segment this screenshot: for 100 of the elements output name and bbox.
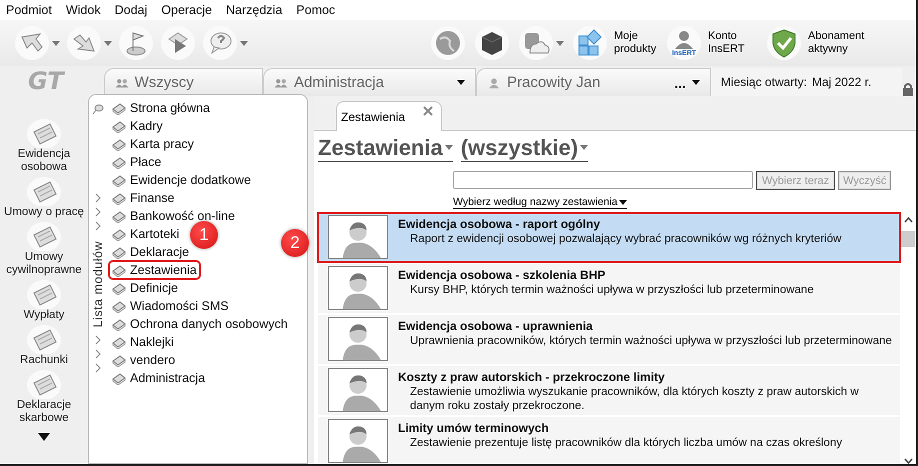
chevron-icon[interactable] — [95, 349, 101, 360]
module-item[interactable]: Zestawienia — [109, 261, 200, 279]
caret-icon — [444, 145, 453, 150]
nav-item[interactable]: Deklaracje skarbowe — [0, 369, 88, 425]
menu-item[interactable]: Pomoc — [296, 3, 336, 17]
sheet-icon — [112, 191, 126, 205]
close-icon[interactable] — [423, 106, 434, 116]
person-icon — [328, 215, 388, 259]
report-row[interactable]: Koszty z praw autorskich - przekroczone limity Zestawienie umożliwia wyszukanie pracowników, dla których koszty z praw autorskich w danym roku zostały przekroczone. — [318, 366, 900, 415]
module-item[interactable]: Ochrona danych osobowych — [109, 315, 291, 333]
caret-icon — [692, 80, 700, 85]
caret-icon[interactable] — [38, 433, 50, 441]
menu-item[interactable]: Widok — [66, 3, 101, 17]
chevron-icon[interactable] — [95, 363, 101, 374]
toolbar-button[interactable] — [160, 25, 196, 61]
module-item[interactable]: Finanse — [109, 189, 178, 207]
month-label: Miesiąc otwarty: — [720, 75, 807, 89]
report-title: Ewidencja osobowa - uprawnienia — [398, 318, 594, 334]
nav-item[interactable]: Ewidencja osobowa — [0, 118, 88, 174]
sheet-icon — [26, 324, 62, 354]
person-icon — [328, 419, 388, 463]
report-row[interactable]: Ewidencja osobowa - uprawnienia Uprawnienia pracowników, których termin ważności upływa w przyszłości lub przeterminowane — [318, 315, 900, 364]
toolbar-button[interactable]: Abonament aktywny — [766, 25, 904, 61]
heading-dropdown[interactable]: (wszystkie) — [460, 134, 588, 162]
nav-item[interactable]: Umowy cywilnoprawne — [0, 221, 88, 277]
module-item[interactable]: Płace — [109, 153, 164, 171]
toolbar-button[interactable]: Moje produkty — [572, 25, 658, 61]
more-label: ... — [674, 74, 686, 90]
module-item[interactable]: Karta pracy — [109, 135, 197, 153]
sheet-icon — [26, 221, 62, 251]
module-item[interactable]: Ewidencje dodatkowe — [109, 171, 254, 189]
person-icon — [486, 76, 501, 90]
caret-icon — [619, 200, 628, 204]
grid-icon — [572, 25, 608, 61]
search-field[interactable] — [453, 171, 753, 189]
caret-icon — [104, 40, 112, 46]
caret-icon — [580, 145, 588, 150]
cube-icon — [474, 25, 510, 61]
chevron-icon[interactable] — [95, 335, 101, 346]
toolbar-button[interactable] — [474, 25, 510, 61]
caret-icon — [52, 40, 60, 46]
module-item[interactable]: Deklaracje — [109, 243, 192, 261]
menu-item[interactable]: Operacje — [161, 3, 212, 17]
report-title: Ewidencja osobowa - szkolenia BHP — [398, 267, 606, 283]
module-item[interactable]: Wiadomości SMS — [109, 297, 232, 315]
menu-item[interactable]: Podmiot — [6, 3, 52, 17]
report-description: Kursy BHP, których termin ważności upływa w przyszłości lub przeterminowane — [409, 283, 814, 297]
sheet-icon — [26, 118, 62, 148]
module-item[interactable]: Strona główna — [109, 99, 213, 117]
module-item[interactable]: Definicje — [109, 279, 181, 297]
report-description: Uprawnienia pracowników, których termin ważności upływa w przyszłości lub przeterminowane — [409, 334, 892, 348]
sheet-icon — [112, 101, 126, 115]
sheet-icon — [112, 155, 126, 169]
flag-icon — [118, 25, 154, 61]
sheet-icon — [112, 209, 126, 223]
report-row[interactable]: Limity umów terminowych Zestawienie prezentuje listę pracowników dla których liczba umów na czas określony — [318, 417, 900, 464]
help-icon — [202, 25, 238, 61]
sheet-icon — [26, 279, 62, 309]
person-icon — [328, 368, 388, 412]
nav-item[interactable]: Umowy o pracę — [4, 176, 84, 219]
sheet-icon — [112, 299, 126, 313]
chevron-up-icon[interactable] — [904, 217, 912, 223]
report-description: Zestawienie prezentuje listę pracowników dla których liczba umów na czas określony — [409, 436, 842, 450]
context-tab[interactable]: Administracja — [262, 68, 476, 96]
sheet-icon — [112, 119, 126, 133]
nav-item[interactable]: Wypłaty — [24, 279, 64, 322]
sheet-icon — [112, 335, 126, 349]
sheet-icon — [112, 173, 126, 187]
sheet-icon — [112, 317, 126, 331]
sheet-icon — [112, 281, 126, 295]
menu-item[interactable]: Dodaj — [114, 3, 148, 17]
person-icon — [328, 266, 388, 310]
caret-icon — [556, 40, 564, 46]
report-row[interactable]: Ewidencja osobowa - szkolenia BHP Kursy BHP, których termin ważności upływa w przyszłości lub przeterminowane — [318, 264, 900, 313]
person-icon — [328, 317, 388, 361]
module-item[interactable]: Administracja — [109, 369, 208, 387]
logo: GT — [27, 66, 66, 96]
sheet-icon — [112, 227, 126, 241]
module-item[interactable]: Kartoteki — [109, 225, 182, 243]
heading-dropdown[interactable]: Zestawienia — [318, 134, 453, 162]
menu-item[interactable]: Narzędzia — [226, 3, 282, 17]
context-tab[interactable]: Pracowity Jan ... — [476, 68, 711, 96]
chevron-down-icon[interactable] — [904, 458, 912, 464]
toolbar-button[interactable] — [118, 25, 154, 61]
nav-item[interactable]: Rachunki — [20, 324, 68, 367]
arrow-left-icon — [14, 25, 50, 61]
module-item[interactable]: Naklejki — [109, 333, 177, 351]
report-description: Raport z ewidencji osobowej pozwalający wybrać pracowników wg różnych kryteriów — [409, 232, 842, 246]
module-item[interactable]: vendero — [109, 351, 178, 369]
search-mode-dropdown[interactable]: Wybierz według nazwy zestawienia — [453, 196, 628, 209]
panel-title: Lista modułów — [91, 241, 105, 328]
sheet-icon — [112, 371, 126, 385]
caret-icon — [240, 40, 248, 46]
report-row[interactable]: Ewidencja osobowa - raport ogólny Raport z ewidencji osobowej pozwalający wybrać pracowników wg różnych kryteriów — [318, 213, 900, 262]
document-tab[interactable]: Zestawienia — [336, 101, 442, 131]
sheet-icon — [112, 263, 126, 277]
scroll-thumb[interactable] — [901, 231, 915, 247]
context-tab[interactable]: Wszyscy — [104, 68, 263, 96]
module-item[interactable]: Kadry — [109, 117, 166, 135]
play-icon — [160, 25, 196, 61]
